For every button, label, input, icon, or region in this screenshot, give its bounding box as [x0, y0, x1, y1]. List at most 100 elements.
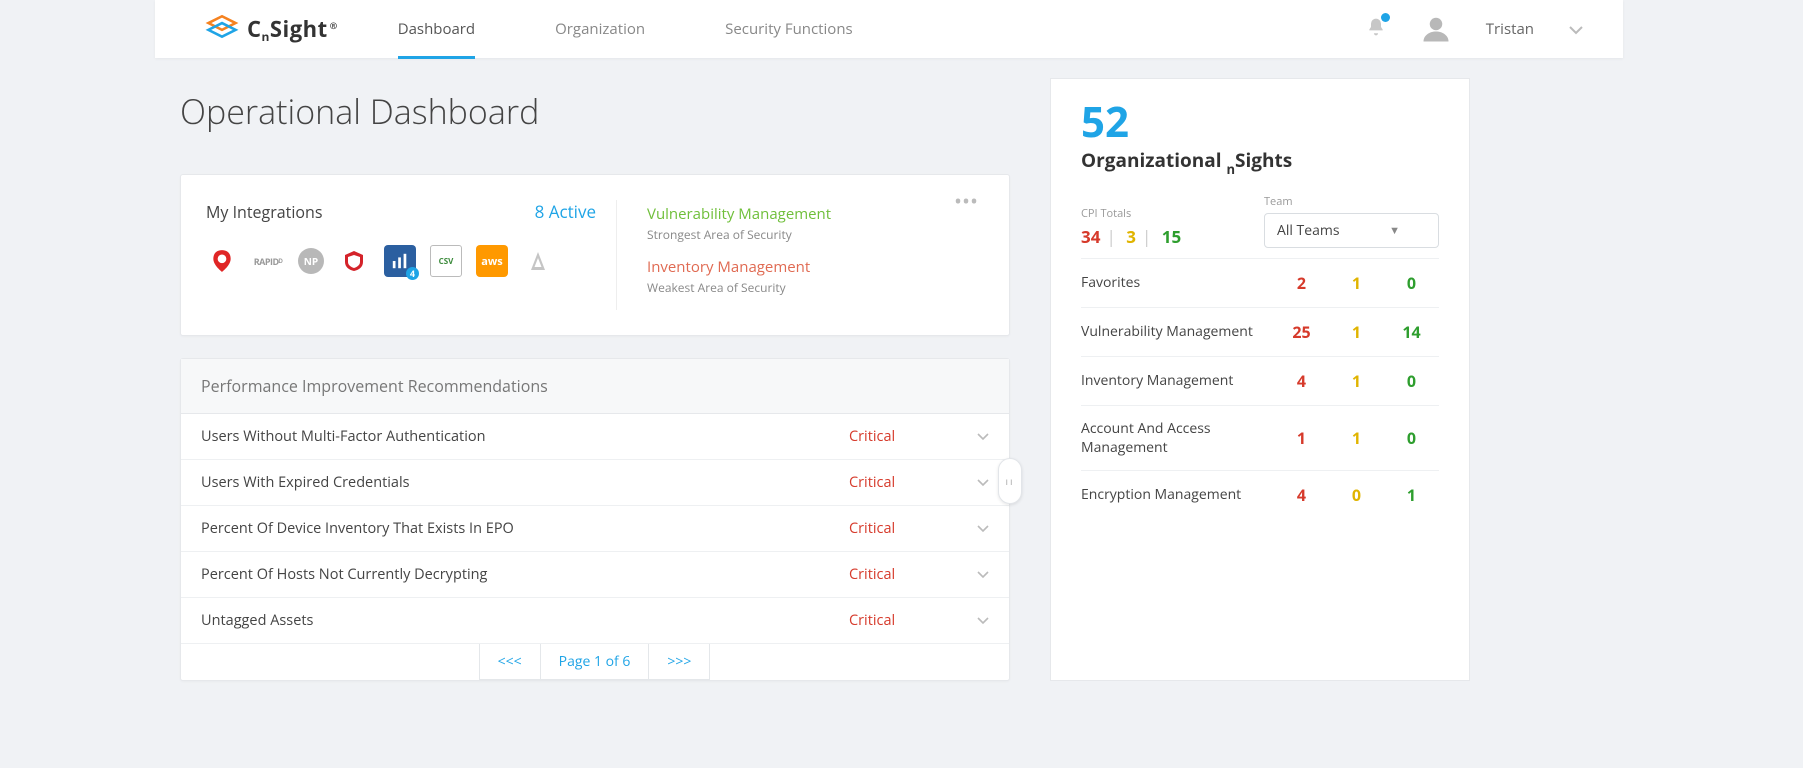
metrics-red: 4: [1274, 484, 1329, 506]
expand-chevron-icon[interactable]: [969, 611, 989, 630]
integration-rapid-icon[interactable]: RAPIDᴰ: [252, 245, 284, 277]
strongest-area[interactable]: Vulnerability Management Strongest Area …: [647, 204, 974, 243]
metrics-row-name: Favorites: [1081, 273, 1274, 292]
nav-tabs: Dashboard Organization Security Function…: [398, 0, 853, 59]
notifications-button[interactable]: [1366, 16, 1386, 43]
metrics-yellow: 1: [1329, 427, 1384, 449]
integration-aws-icon[interactable]: aws: [476, 245, 508, 277]
metrics-red: 2: [1274, 272, 1329, 294]
expand-chevron-icon[interactable]: [969, 565, 989, 584]
team-label: Team: [1264, 194, 1439, 209]
pir-card: Performance Improvement Recommendations …: [180, 358, 1010, 681]
metrics-yellow: 1: [1329, 321, 1384, 343]
sights-title: Organizational nSights: [1081, 147, 1439, 176]
topbar: CnSight® Dashboard Organization Security…: [155, 0, 1623, 58]
integration-analytics-icon[interactable]: [384, 245, 416, 277]
notification-dot: [1381, 13, 1390, 22]
tab-dashboard[interactable]: Dashboard: [398, 0, 475, 59]
pir-row-name: Users With Expired Credentials: [201, 473, 849, 492]
pager-next[interactable]: >>>: [648, 644, 710, 680]
user-name[interactable]: Tristan: [1486, 19, 1534, 39]
pir-row-name: Percent Of Hosts Not Currently Decryptin…: [201, 565, 849, 584]
cpi-label: CPI Totals: [1081, 206, 1181, 221]
metrics-green: 0: [1384, 427, 1439, 449]
user-menu-chevron[interactable]: [1569, 18, 1583, 40]
integration-qualys-icon[interactable]: [206, 245, 238, 277]
avatar-icon[interactable]: [1421, 14, 1451, 44]
pir-row[interactable]: Untagged AssetsCritical: [181, 598, 1009, 644]
pir-row[interactable]: Percent Of Hosts Not Currently Decryptin…: [181, 552, 1009, 598]
integrations-card: ••• My Integrations 8 Active RAPIDᴰ NP C…: [180, 174, 1010, 336]
integration-mcafee-icon[interactable]: [338, 245, 370, 277]
pir-row[interactable]: Percent Of Device Inventory That Exists …: [181, 506, 1009, 552]
pager-page[interactable]: Page 1 of 6: [540, 644, 650, 680]
integrations-label: My Integrations: [206, 201, 322, 223]
pir-row-name: Percent Of Device Inventory That Exists …: [201, 519, 849, 538]
expand-chevron-icon[interactable]: [969, 473, 989, 492]
brand-name: CnSight®: [247, 14, 338, 44]
chevron-down-icon: ▼: [1389, 223, 1400, 238]
tab-security-functions[interactable]: Security Functions: [725, 0, 853, 59]
page-title: Operational Dashboard: [180, 88, 1010, 134]
integration-np-icon[interactable]: NP: [298, 248, 324, 274]
metrics-yellow: 1: [1329, 370, 1384, 392]
pir-heading: Performance Improvement Recommendations: [181, 359, 1009, 414]
sights-total: 52: [1081, 101, 1439, 143]
integrations-icon-row: RAPIDᴰ NP CSV aws: [206, 245, 596, 277]
team-selected: All Teams: [1277, 221, 1340, 240]
logo-icon: [205, 14, 239, 44]
expand-chevron-icon[interactable]: [969, 427, 989, 446]
chevron-down-icon: [1569, 25, 1583, 35]
card-menu-button[interactable]: •••: [955, 190, 979, 212]
pir-row-name: Users Without Multi-Factor Authenticatio…: [201, 427, 849, 446]
expand-chevron-icon[interactable]: [969, 519, 989, 538]
pir-row-severity: Critical: [849, 611, 969, 630]
collapse-handle[interactable]: ıı: [998, 458, 1022, 504]
pager-prev[interactable]: <<<: [479, 644, 541, 680]
metrics-row[interactable]: Vulnerability Management25114: [1081, 307, 1439, 356]
weakest-area-sub: Weakest Area of Security: [647, 279, 974, 296]
metrics-red: 4: [1274, 370, 1329, 392]
metrics-red: 25: [1274, 321, 1329, 343]
integration-csv-icon[interactable]: CSV: [430, 245, 462, 277]
strongest-area-sub: Strongest Area of Security: [647, 226, 974, 243]
metrics-green: 0: [1384, 370, 1439, 392]
team-dropdown[interactable]: All Teams ▼: [1264, 213, 1439, 248]
pir-row-severity: Critical: [849, 519, 969, 538]
weakest-area-title: Inventory Management: [647, 257, 974, 277]
metrics-row[interactable]: Inventory Management410: [1081, 356, 1439, 405]
pir-row-severity: Critical: [849, 473, 969, 492]
metrics-yellow: 1: [1329, 272, 1384, 294]
pir-row[interactable]: Users With Expired CredentialsCritical: [181, 460, 1009, 506]
integrations-active-count[interactable]: 8 Active: [535, 200, 596, 223]
pir-row-severity: Critical: [849, 427, 969, 446]
metrics-yellow: 0: [1329, 484, 1384, 506]
vertical-divider: [616, 200, 617, 310]
brand-logo[interactable]: CnSight®: [205, 14, 338, 44]
sights-panel: 52 Organizational nSights CPI Totals 34|…: [1050, 78, 1470, 681]
metrics-green: 14: [1384, 321, 1439, 343]
integration-azure-icon[interactable]: [522, 245, 554, 277]
cpi-green: 15: [1162, 225, 1181, 248]
metrics-row-name: Inventory Management: [1081, 371, 1274, 390]
metrics-green: 1: [1384, 484, 1439, 506]
pir-row-severity: Critical: [849, 565, 969, 584]
metrics-red: 1: [1274, 427, 1329, 449]
pir-row[interactable]: Users Without Multi-Factor Authenticatio…: [181, 414, 1009, 460]
metrics-green: 0: [1384, 272, 1439, 294]
metrics-row-name: Account And Access Management: [1081, 419, 1274, 457]
metrics-row[interactable]: Encryption Management401: [1081, 470, 1439, 519]
metrics-row[interactable]: Favorites210: [1081, 258, 1439, 307]
pir-row-name: Untagged Assets: [201, 611, 849, 630]
cpi-red: 34: [1081, 225, 1100, 248]
pager: <<< Page 1 of 6 >>>: [181, 644, 1009, 680]
weakest-area[interactable]: Inventory Management Weakest Area of Sec…: [647, 257, 974, 296]
tab-organization[interactable]: Organization: [555, 0, 645, 59]
cpi-yellow: 3: [1126, 225, 1136, 248]
metrics-row-name: Vulnerability Management: [1081, 322, 1274, 341]
metrics-row-name: Encryption Management: [1081, 485, 1274, 504]
strongest-area-title: Vulnerability Management: [647, 204, 974, 224]
metrics-row[interactable]: Account And Access Management110: [1081, 405, 1439, 470]
cpi-totals: CPI Totals 34| 3| 15: [1081, 206, 1181, 248]
main-content: Operational Dashboard ••• My Integration…: [180, 88, 1010, 681]
